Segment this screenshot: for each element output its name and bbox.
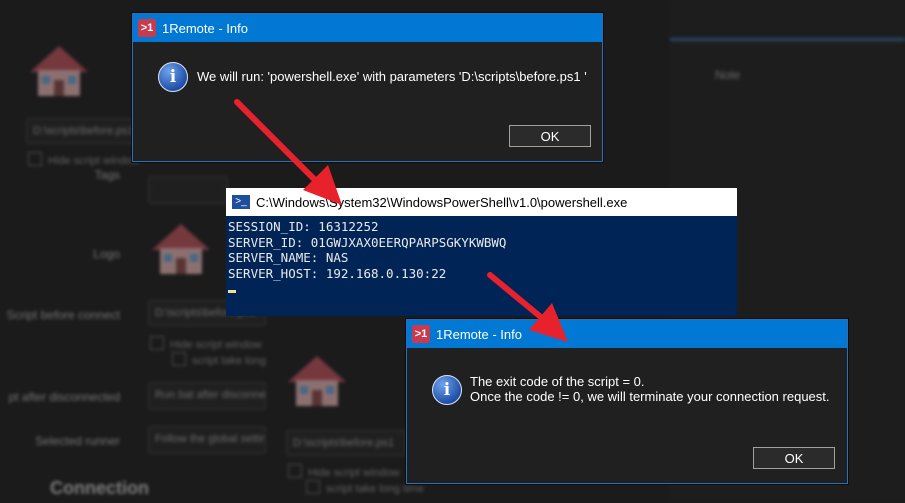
red-arrow-1 — [234, 99, 342, 205]
red-arrow-2 — [487, 272, 568, 342]
annotation-arrows — [234, 99, 568, 342]
